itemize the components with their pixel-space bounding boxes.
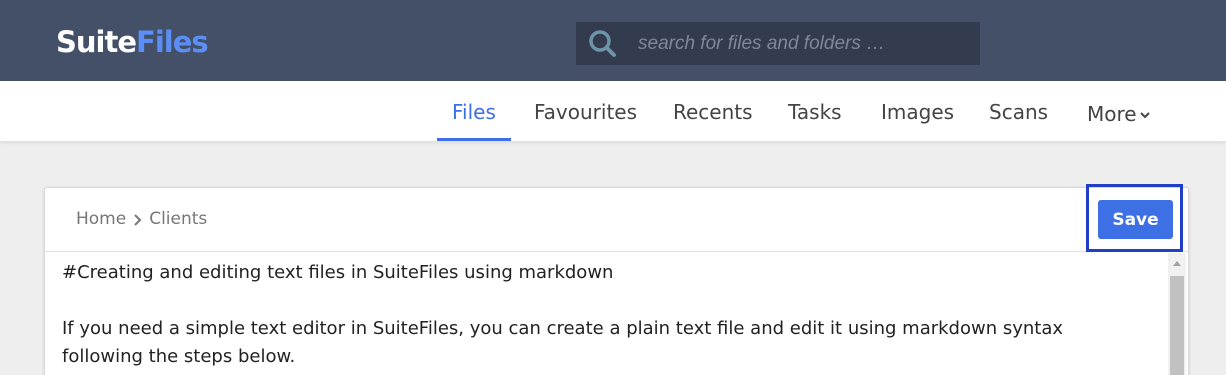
editor-line: #Creating and editing text files in Suit… xyxy=(62,262,614,283)
tab-favourites[interactable]: Favourites xyxy=(534,81,637,141)
breadcrumb-home[interactable]: Home xyxy=(76,209,126,229)
save-button[interactable]: Save xyxy=(1098,200,1173,239)
editor-line: If you need a simple text editor in Suit… xyxy=(62,318,1064,339)
tab-scans[interactable]: Scans xyxy=(989,81,1048,141)
editor-blank-line xyxy=(62,287,1152,315)
tab-images[interactable]: Images xyxy=(881,81,954,141)
top-header: SuiteFiles xyxy=(0,0,1226,81)
search-input[interactable] xyxy=(638,22,968,65)
search-box[interactable] xyxy=(576,22,980,65)
editor-toolbar: Home Clients xyxy=(45,188,1188,252)
tab-tasks[interactable]: Tasks xyxy=(788,81,842,141)
suitefiles-logo[interactable]: SuiteFiles xyxy=(56,23,209,61)
tab-more[interactable]: More xyxy=(1087,81,1150,141)
breadcrumb: Home Clients xyxy=(76,209,207,229)
markdown-textarea[interactable]: #Creating and editing text files in Suit… xyxy=(62,259,1152,371)
editor-line: following the steps below. xyxy=(62,346,296,367)
scroll-up-arrow-icon[interactable] xyxy=(1173,261,1181,266)
search-icon[interactable] xyxy=(588,29,618,59)
chevron-down-icon xyxy=(1139,81,1150,143)
scrollbar-thumb[interactable] xyxy=(1170,276,1184,375)
main-nav: Files Favourites Recents Tasks Images Sc… xyxy=(0,81,1226,141)
chevron-right-icon xyxy=(133,212,143,226)
editor-scrollbar[interactable] xyxy=(1168,253,1186,375)
breadcrumb-clients[interactable]: Clients xyxy=(149,209,207,229)
tab-files[interactable]: Files xyxy=(437,81,511,141)
tab-more-label: More xyxy=(1087,102,1137,126)
tab-recents[interactable]: Recents xyxy=(673,81,753,141)
